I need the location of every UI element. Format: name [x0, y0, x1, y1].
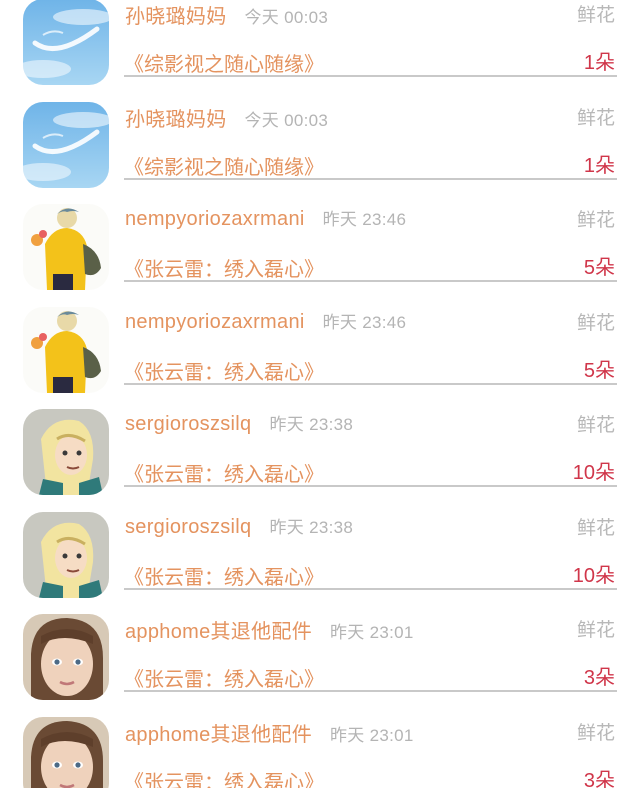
avatar[interactable] [23, 101, 109, 188]
timestamp: 今天 00:03 [244, 8, 329, 27]
user-name[interactable]: sergioroszsilq 昨天 23:38 [125, 410, 353, 436]
user-name[interactable]: nempyoriozaxrmani 昨天 23:46 [125, 205, 406, 231]
work-title-link[interactable]: 《张云雷：绣入磊心》 [124, 663, 324, 692]
user-name-text[interactable]: nempyoriozaxrmani [125, 311, 305, 333]
gift-count: 3朵 [583, 667, 615, 689]
divider [124, 587, 617, 590]
avatar[interactable] [23, 614, 109, 700]
gift-count: 10朵 [572, 462, 615, 484]
work-title-link[interactable]: 《综影视之随心随缘》 [124, 151, 324, 180]
avatar[interactable] [23, 306, 109, 393]
divider [124, 485, 617, 487]
sky-avatar-icon [23, 0, 109, 85]
timestamp: 昨天 23:46 [322, 312, 407, 332]
gift-type-label: 鲜花 [576, 5, 615, 26]
user-name-text[interactable]: 孙晓璐妈妈 [125, 109, 227, 131]
user-name-text[interactable]: apphome其退他配件 [125, 724, 312, 746]
gift-count: 5朵 [583, 257, 615, 279]
user-name[interactable]: 孙晓璐妈妈 今天 00:03 [125, 0, 328, 29]
user-name-text[interactable]: 孙晓璐妈妈 [125, 6, 227, 28]
user-name[interactable]: apphome其退他配件 昨天 23:01 [125, 718, 414, 747]
user-name-text[interactable]: sergioroszsilq [125, 516, 251, 538]
gift-type-label: 鲜花 [576, 722, 615, 744]
yellow-jacket-avatar-icon [23, 306, 109, 393]
divider [124, 690, 617, 692]
list-item[interactable]: sergioroszsilq 昨天 23:38 鲜花 《张云雷：绣入磊心》 10朵 [0, 499, 640, 602]
gift-list: 孙晓璐妈妈 今天 00:03 鲜花 《综影视之随心随缘》 1朵 孙晓璐妈妈 今天 0… [0, 0, 640, 788]
work-title-link[interactable]: 《张云雷：绣入磊心》 [124, 561, 324, 590]
list-item[interactable]: 孙晓璐妈妈 今天 00:03 鲜花 《综影视之随心随缘》 1朵 [0, 0, 640, 89]
divider [124, 382, 617, 385]
work-title-link[interactable]: 《张云雷：绣入磊心》 [124, 458, 324, 487]
gift-count: 5朵 [583, 359, 615, 382]
divider [124, 75, 617, 77]
gift-type-label: 鲜花 [576, 517, 615, 539]
work-title-link[interactable]: 《综影视之随心随缘》 [124, 48, 324, 77]
user-name[interactable]: apphome其退他配件 昨天 23:01 [125, 615, 414, 644]
yellow-jacket-avatar-icon [23, 204, 109, 290]
list-item[interactable]: apphome其退他配件 昨天 23:01 鲜花 《张云雷：绣入磊心》 3朵 [0, 601, 640, 704]
gift-record-screen: 孙晓璐妈妈 今天 00:03 鲜花 《综影视之随心随缘》 1朵 孙晓璐妈妈 今天 0… [0, 0, 640, 788]
list-item[interactable]: nempyoriozaxrmani 昨天 23:46 鲜花 《张云雷：绣入磊心》 … [0, 294, 640, 397]
divider [124, 280, 617, 282]
gift-count: 3朵 [583, 769, 615, 788]
list-item[interactable]: 孙晓璐妈妈 今天 00:03 鲜花 《综影视之随心随缘》 1朵 [0, 89, 640, 192]
work-title-link[interactable]: 《张云雷：绣入磊心》 [124, 356, 324, 385]
timestamp: 昨天 23:01 [330, 725, 414, 745]
gift-type-label: 鲜花 [576, 210, 615, 231]
avatar[interactable] [23, 204, 109, 290]
timestamp: 今天 00:03 [244, 110, 329, 130]
list-item[interactable]: sergioroszsilq 昨天 23:38 鲜花 《张云雷：绣入磊心》 10朵 [0, 396, 640, 499]
anime-character-avatar-icon [23, 511, 109, 598]
avatar[interactable] [23, 0, 109, 85]
gift-type-label: 鲜花 [576, 620, 615, 641]
gift-type-label: 鲜花 [576, 312, 615, 334]
avatar[interactable] [23, 716, 109, 788]
timestamp: 昨天 23:38 [269, 517, 354, 537]
user-name[interactable]: sergioroszsilq 昨天 23:38 [125, 513, 353, 539]
anime-character-avatar-icon [23, 409, 109, 495]
user-name-text[interactable]: sergioroszsilq [125, 413, 251, 435]
timestamp: 昨天 23:46 [322, 210, 407, 229]
divider [124, 177, 617, 180]
child-photo-avatar-icon [23, 716, 109, 788]
avatar[interactable] [23, 511, 109, 598]
user-name[interactable]: 孙晓璐妈妈 今天 00:03 [125, 103, 328, 132]
list-item[interactable]: apphome其退他配件 昨天 23:01 鲜花 《张云雷：绣入磊心》 3朵 [0, 704, 640, 788]
timestamp: 昨天 23:01 [330, 623, 414, 642]
user-name-text[interactable]: apphome其退他配件 [125, 621, 312, 643]
sky-avatar-icon [23, 101, 109, 188]
child-photo-avatar-icon [23, 614, 109, 700]
gift-count: 10朵 [572, 564, 615, 587]
gift-count: 1朵 [583, 154, 615, 177]
gift-count: 1朵 [583, 52, 615, 74]
work-title-link[interactable]: 《张云雷：绣入磊心》 [124, 253, 324, 282]
user-name-text[interactable]: nempyoriozaxrmani [125, 208, 305, 230]
avatar[interactable] [23, 409, 109, 495]
list-item[interactable]: nempyoriozaxrmani 昨天 23:46 鲜花 《张云雷：绣入磊心》 … [0, 191, 640, 294]
gift-type-label: 鲜花 [576, 107, 615, 129]
user-name[interactable]: nempyoriozaxrmani 昨天 23:46 [125, 308, 406, 334]
gift-type-label: 鲜花 [576, 415, 615, 436]
work-title-link[interactable]: 《张云雷：绣入磊心》 [124, 766, 324, 788]
timestamp: 昨天 23:38 [269, 415, 354, 434]
